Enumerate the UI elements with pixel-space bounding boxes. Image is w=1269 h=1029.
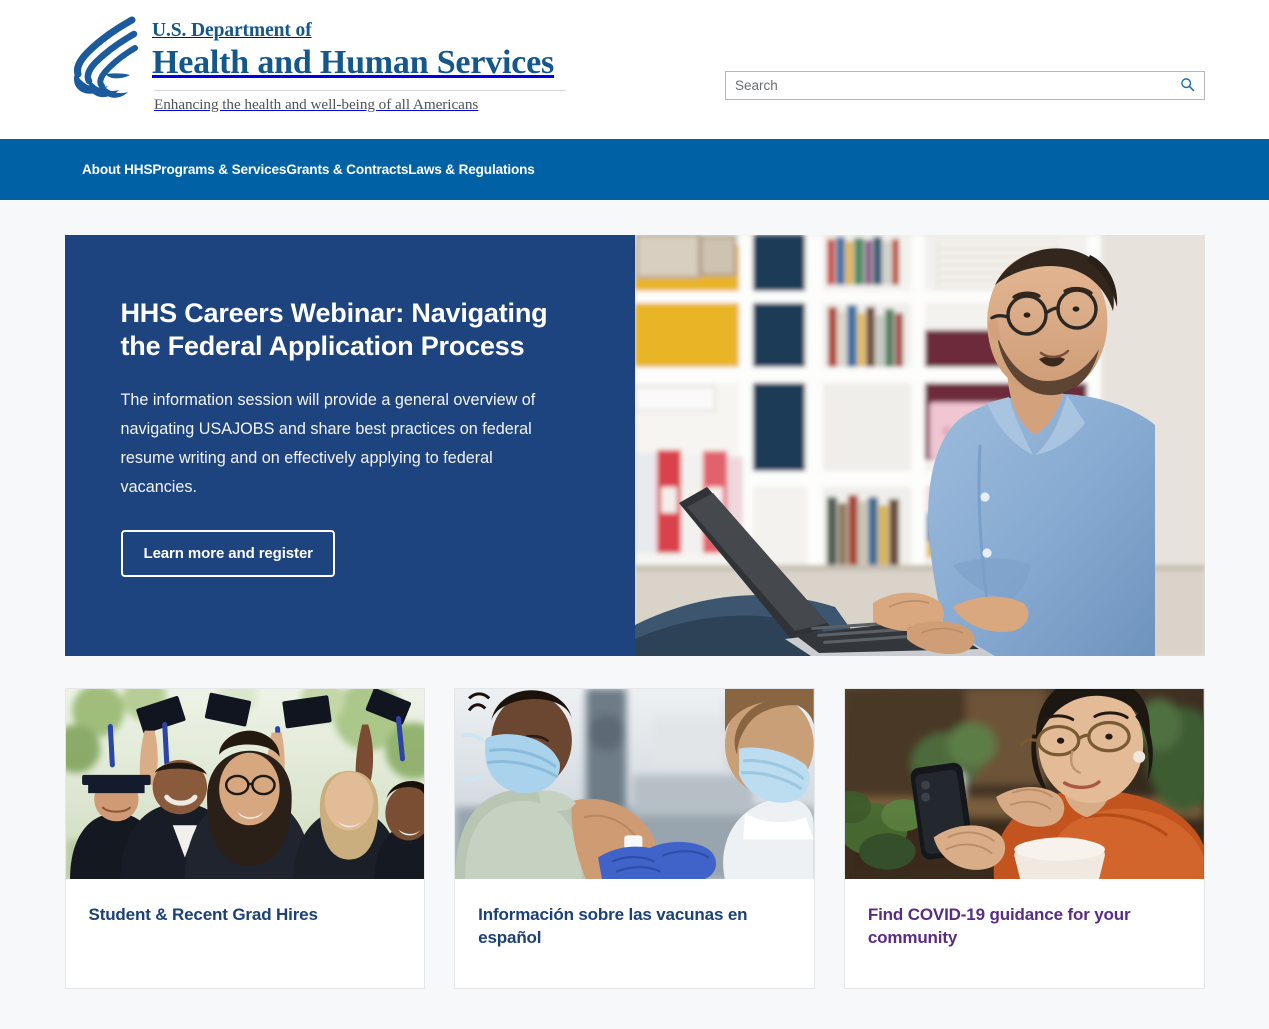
agency-tagline: Enhancing the health and well-being of a… [154, 95, 479, 113]
card-title-vacunas-espanol[interactable]: Información sobre las vacunas en español [478, 903, 792, 950]
hero-description: The information session will provide a g… [120, 390, 536, 496]
primary-navigation: About HHS Programs & Services Grants & C… [0, 139, 1269, 200]
feature-card-vacunas-espanol[interactable]: Información sobre las vacunas en español [454, 688, 815, 989]
agency-name-line1: U.S. Department of [152, 20, 312, 41]
feature-card-student-grad-hires[interactable]: Student & Recent Grad Hires [64, 688, 426, 989]
hhs-eagle-logo-icon [70, 16, 142, 102]
nav-link-laws-regulations[interactable]: Laws & Regulations [408, 162, 535, 177]
search-input[interactable] [726, 72, 1204, 99]
card-image-vaccination [455, 689, 814, 879]
hero-banner: HHS Careers Webinar: Navigating the Fede… [64, 235, 1205, 656]
nav-item-grants-contracts[interactable]: Grants & Contracts [286, 161, 408, 179]
site-logo-link[interactable]: U.S. Department of Health and Human Serv… [70, 16, 566, 114]
card-image-woman-phone [844, 689, 1204, 879]
main-content: HHS Careers Webinar: Navigating the Fede… [0, 200, 1269, 989]
nav-item-laws-regulations[interactable]: Laws & Regulations [408, 161, 535, 179]
brand-divider [154, 89, 566, 91]
search-box [725, 71, 1205, 100]
site-search [725, 71, 1205, 100]
search-icon [1180, 77, 1195, 95]
hero-copy: HHS Careers Webinar: Navigating the Fede… [64, 235, 635, 656]
feature-card-row: Student & Recent Grad Hires Información … [64, 688, 1205, 989]
search-submit-button[interactable] [1175, 74, 1199, 98]
hero-learn-more-button[interactable]: Learn more and register [120, 529, 335, 577]
card-body: Student & Recent Grad Hires [66, 879, 425, 948]
site-header: U.S. Department of Health and Human Serv… [0, 0, 1269, 139]
nav-link-grants-contracts[interactable]: Grants & Contracts [286, 162, 408, 177]
feature-card-covid-guidance[interactable]: Find COVID-19 guidance for your communit… [843, 688, 1205, 989]
nav-item-about-hhs[interactable]: About HHS [82, 161, 153, 179]
card-title-student-grad-hires[interactable]: Student & Recent Grad Hires [89, 903, 403, 926]
card-image-graduates [65, 689, 425, 879]
nav-list: About HHS Programs & Services Grants & C… [0, 161, 535, 179]
card-body: Información sobre las vacunas en español [455, 879, 814, 972]
nav-link-programs-services[interactable]: Programs & Services [152, 162, 286, 177]
card-body: Find COVID-19 guidance for your communit… [845, 879, 1204, 972]
agency-name-line2: Health and Human Services [152, 44, 555, 82]
hero-image [634, 235, 1205, 656]
hero-title: HHS Careers Webinar: Navigating the Fede… [120, 298, 548, 362]
nav-link-about-hhs[interactable]: About HHS [82, 162, 153, 177]
nav-item-programs-services[interactable]: Programs & Services [152, 161, 286, 179]
card-title-covid-guidance[interactable]: Find COVID-19 guidance for your communit… [868, 903, 1182, 950]
